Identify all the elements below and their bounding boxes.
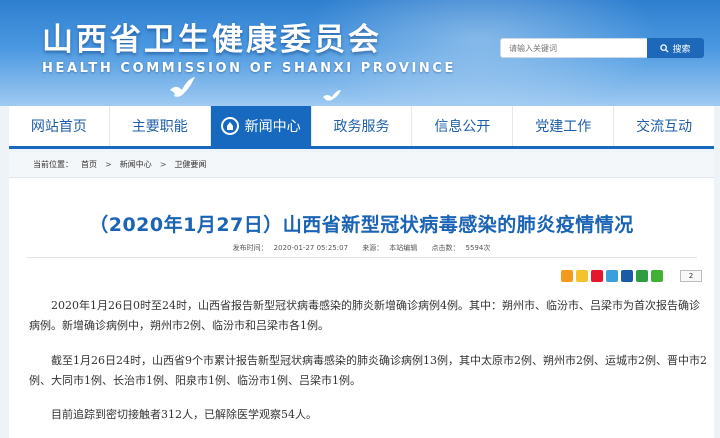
nav-item-interaction[interactable]: 交流互动 [614,106,714,146]
share-qzone-icon[interactable] [576,270,588,282]
published-label: 发布时间： [232,244,268,252]
nav-item-government-services[interactable]: 政务服务 [312,106,413,146]
nav-item-label: 党建工作 [535,119,592,135]
breadcrumb-item-home[interactable]: 首页 [81,159,97,170]
nav-item-news-center[interactable]: 新闻中心 [210,106,312,146]
dove-icon [170,77,195,97]
share-douban-icon[interactable] [636,270,648,282]
nav-item-label: 主要职能 [131,119,188,135]
article-paragraph: 目前追踪到密切接触者312人，已解除医学观察54人。 [51,408,317,421]
nav-item-information-disclosure[interactable]: 信息公开 [412,106,514,146]
article-title: （2020年1月27日）山西省新型冠状病毒感染的肺炎疫情情况 [89,214,634,236]
share-wechat-icon[interactable] [651,270,663,282]
site-subtitle: HEALTH COMMISSION OF SHANXI PROVINCE [42,61,457,76]
clicks-label: 点击数： [431,244,460,252]
article-paragraph: 截至1月26日24时，山西省9个市累计报告新型冠状病毒感染的肺炎确诊病例13例，… [29,354,707,387]
share-bar: 2 [561,270,702,282]
breadcrumb-item-news-center[interactable]: 新闻中心 [120,159,152,170]
header-banner: 山西省卫生健康委员会 HEALTH COMMISSION OF SHANXI P… [0,0,720,106]
share-more-icon[interactable] [561,270,573,282]
breadcrumb-item-health-news[interactable]: 卫健要闻 [174,159,206,170]
breadcrumb-label: 当前位置： [33,160,73,169]
search-input[interactable] [500,38,648,58]
nav-item-party-building[interactable]: 党建工作 [513,106,615,146]
nav-item-home[interactable]: 网站首页 [9,106,110,146]
nav-item-label: 信息公开 [434,119,491,135]
home-icon [220,117,239,135]
published-time: 2020-01-27 05:25:07 [273,244,349,252]
dove-icon [323,90,341,101]
nav-item-label: 政务服务 [333,119,390,135]
nav-item-label: 新闻中心 [244,119,301,135]
divider [27,257,697,258]
content-area: 当前位置： 首页 > 新闻中心 > 卫健要闻 （2020年1月27日）山西省新型… [9,152,714,438]
nav-item-label: 交流互动 [636,119,693,135]
search-button[interactable]: 搜索 [647,38,704,58]
source-label: 来源： [362,244,384,252]
clicks-value: 5594次 [465,244,491,252]
share-renren-icon[interactable] [621,270,633,282]
source-value: 本站编辑 [389,244,418,252]
search-button-label: 搜索 [672,43,691,54]
breadcrumb: 当前位置： 首页 > 新闻中心 > 卫健要闻 [9,152,714,178]
nav-item-functions[interactable]: 主要职能 [110,106,211,146]
share-count: 2 [680,270,702,282]
search-icon [660,43,670,53]
site-title: 山西省卫生健康委员会 [42,22,382,58]
breadcrumb-separator: > [159,160,167,169]
nav-item-label: 网站首页 [30,119,87,135]
main-nav: 网站首页 主要职能 新闻中心 政务服务 信息公开 党建工作 交流互动 [9,106,714,149]
article-paragraph: 2020年1月26日0时至24时，山西省报告新型冠状病毒感染的肺炎新增确诊病例4… [29,299,700,332]
share-weibo-icon[interactable] [591,270,603,282]
share-tencent-icon[interactable] [606,270,618,282]
article-meta: 发布时间： 2020-01-27 05:25:07 来源： 本站编辑 点击数： 559… [9,243,714,253]
breadcrumb-separator: > [105,160,112,169]
